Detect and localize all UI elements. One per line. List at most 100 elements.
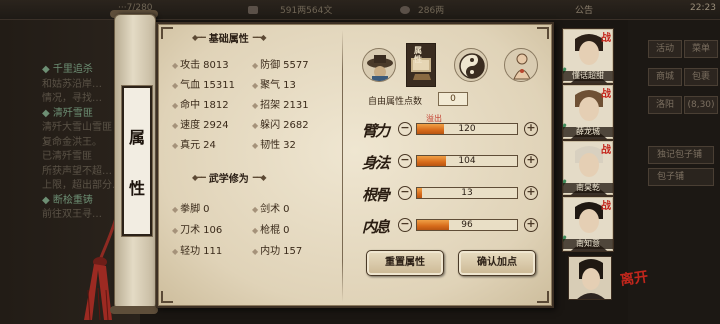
decrease-button[interactable]: − [398, 186, 412, 200]
notice-link[interactable]: 公告 [575, 3, 593, 16]
stat-label: 聚气 [260, 80, 281, 91]
party-member-portrait[interactable]: 战♥懂话超甜 [562, 28, 614, 84]
quest-log-line[interactable]: ◆ 清歼雪匪 [42, 104, 93, 119]
npc-pill-1[interactable]: 独记包子铺 [648, 146, 714, 164]
stat-label: 速度 [180, 120, 201, 131]
attribute-name: 身法 [362, 154, 390, 172]
meridian-tab-icon[interactable] [504, 48, 538, 82]
panel-corner [161, 291, 173, 303]
quest-log-line: 所获声望不超… [42, 165, 112, 177]
fight-status: 战 [601, 33, 611, 44]
martial-stat: ◆ 拳脚 0 [172, 204, 210, 215]
martial-label: 刀术 [180, 225, 201, 236]
decrease-button[interactable]: − [398, 154, 412, 168]
party-member-portrait[interactable]: 战♥薛龙城 [562, 84, 614, 140]
quest-log-line: 情况，寻找… [42, 93, 102, 104]
attribute-panel: ◆━━ 基础属性 ━━◆ ◆ 攻击 8013 ◆ 防御 5577 ◆ 气血 15311 ◆ 聚气 13 ◆ 命… [156, 22, 554, 308]
stat-label: 气血 [180, 80, 201, 91]
quest-log-line: 复命金洪王。 [42, 136, 102, 148]
martial-title-text: 武学修为 [208, 174, 249, 185]
reset-attributes-button[interactable]: 重置属性 [366, 250, 444, 276]
confirm-points-button[interactable]: 确认加点 [458, 250, 536, 276]
party-member-name: 南知意 [563, 239, 613, 249]
basic-stat: ◆ 招架 2131 [252, 100, 309, 111]
yinyang-tab-icon[interactable] [454, 48, 488, 82]
increase-button[interactable]: + [524, 218, 538, 232]
party-member-name: 懂话超甜 [563, 71, 613, 81]
martial-label: 枪棍 [260, 225, 281, 236]
basic-stat: ◆ 真元 24 [172, 140, 216, 151]
attribute-bar[interactable]: 13 [416, 187, 518, 199]
scroll-roller-bottom [110, 306, 158, 314]
martial-value: 0 [283, 225, 290, 236]
party-member-portrait[interactable]: 战♥南知意 [562, 196, 614, 252]
coin-icon [248, 6, 258, 14]
panel-corner [161, 27, 173, 39]
silver-text: 286两 [418, 6, 445, 16]
decrease-button[interactable]: − [398, 122, 412, 136]
increase-button[interactable]: + [524, 186, 538, 200]
quest-log-line: 已清歼雪匪 [42, 151, 92, 162]
fight-status: 战 [601, 145, 611, 156]
stat-value: 2924 [203, 120, 229, 131]
decrease-button[interactable]: − [398, 218, 412, 232]
attribute-name: 臂力 [362, 122, 390, 140]
martial-value: 157 [283, 246, 303, 257]
martial-value: 106 [203, 225, 223, 236]
stat-value: 2682 [283, 120, 309, 131]
attribute-tab-label: 属性 [414, 46, 422, 64]
stat-label: 真元 [180, 140, 201, 151]
fight-status: 战 [601, 201, 611, 212]
quest-log-line: 清歼大雪山雪匪 [42, 122, 112, 133]
stat-value: 2131 [283, 100, 309, 111]
stat-value: 32 [283, 140, 296, 151]
martial-value: 111 [203, 246, 223, 257]
basic-stat: ◆ 防御 5577 [252, 60, 309, 71]
stat-value: 8013 [203, 60, 229, 71]
stat-label: 防御 [260, 60, 281, 71]
fight-status: 战 [601, 89, 611, 100]
stat-label: 攻击 [180, 60, 201, 71]
stat-value: 13 [283, 80, 296, 91]
basic-title-text: 基础属性 [208, 34, 249, 45]
increase-button[interactable]: + [524, 154, 538, 168]
martial-label: 拳脚 [180, 204, 201, 215]
free-points-box: 0 [438, 92, 468, 106]
menu-button[interactable]: 菜单 [684, 40, 718, 58]
attribute-bar[interactable]: 104 [416, 155, 518, 167]
martial-stat: ◆ 剑术 0 [252, 204, 290, 215]
party-member-name: 南昊乾 [563, 183, 613, 193]
basic-stat: ◆ 韧性 32 [252, 140, 296, 151]
stat-value: 5577 [283, 60, 309, 71]
silver-icon [400, 6, 410, 14]
attribute-value: 104 [458, 156, 476, 166]
martial-value: 0 [283, 204, 290, 215]
leave-button[interactable]: 离开 [619, 266, 650, 290]
quest-log-line: 上限，超出部分… [42, 180, 122, 191]
tag-char-2: 性 [128, 178, 145, 198]
attribute-tag: 属 性 [121, 85, 153, 237]
attribute-bar[interactable]: 120 [416, 123, 518, 135]
attribute-value: 120 [458, 124, 476, 134]
increase-button[interactable]: + [524, 122, 538, 136]
shop-button[interactable]: 商城 [648, 68, 682, 86]
activity-button[interactable]: 活动 [648, 40, 682, 58]
attribute-tab-hat-icon[interactable] [362, 48, 396, 82]
basic-stat: ◆ 聚气 13 [252, 80, 296, 91]
quest-log-line: 和姑苏沿岸… [42, 78, 102, 90]
attribute-bar[interactable]: 96 [416, 219, 518, 231]
martial-label: 剑术 [260, 204, 281, 215]
martial-stat: ◆ 枪棍 0 [252, 225, 290, 236]
party-member-portrait[interactable]: 战♥南昊乾 [562, 140, 614, 196]
npc-pill-2[interactable]: 包子铺 [648, 168, 714, 186]
bag-button[interactable]: 包裹 [684, 68, 718, 86]
clock-text: 22:23 [690, 3, 716, 13]
basic-stat: ◆ 命中 1812 [172, 100, 229, 111]
stat-label: 躲闪 [260, 120, 281, 131]
basic-stat: ◆ 躲闪 2682 [252, 120, 309, 131]
stat-value: 1812 [203, 100, 229, 111]
top-status-bar: ···7/280 591两564文 286两 公告 22:23 [0, 0, 720, 20]
quest-log-line[interactable]: ◆ 千里追杀 [42, 60, 93, 75]
player-portrait[interactable] [568, 256, 612, 300]
martial-stat: ◆ 轻功 111 [172, 246, 223, 257]
